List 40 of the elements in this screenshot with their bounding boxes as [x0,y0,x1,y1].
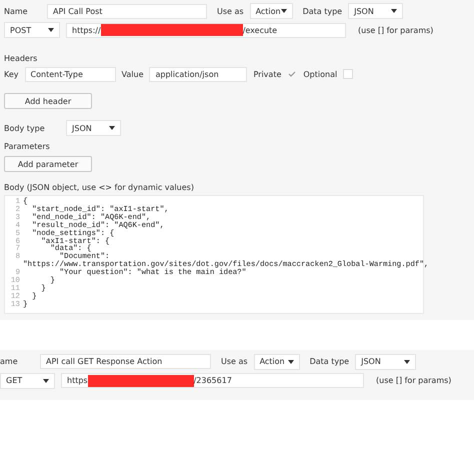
section-title: Parameters [4,142,51,151]
value-field[interactable]: application/json [149,66,248,82]
url-text: https [67,376,88,386]
caret-icon [404,360,410,364]
caret-icon [109,126,115,130]
name-field[interactable]: API call GET Response Action [40,354,211,370]
name-field[interactable]: API Call Post [47,4,207,18]
data-type-label: Data type [302,6,342,16]
url-text: https:// [72,26,101,34]
method-dropdown[interactable]: POST [4,22,60,38]
caret-icon [48,28,54,32]
key-label: Key [4,70,19,78]
private-checkbox[interactable] [287,69,298,79]
optional-label: Optional [303,70,338,78]
value-label: Value [122,70,144,78]
name-label: ame [0,357,19,366]
private-label: Private [253,70,282,78]
optional-checkbox[interactable] [343,69,354,79]
data-type-label: Data type [310,357,350,366]
body-type-dropdown[interactable]: JSON [66,120,121,136]
use-as-label: Use as [217,6,244,16]
caret-icon [391,9,398,13]
add-parameter-button[interactable]: Add parameter [4,156,92,172]
method-dropdown[interactable]: GET [0,372,55,389]
use-as-dropdown[interactable]: Action [254,354,300,370]
caret-icon [280,9,287,13]
url-hint: (use [] for params) [376,376,452,386]
caret-icon [43,378,49,383]
data-type-dropdown[interactable]: JSON [355,354,416,370]
data-type-dropdown[interactable]: JSON [348,3,404,19]
use-as-label: Use as [221,357,248,366]
section-title: Headers [4,54,38,63]
name-label: Name [4,6,29,16]
caret-icon [288,360,294,364]
key-field[interactable]: Content-Type [24,66,116,82]
body-label: Body (JSON object, use <> for dynamic values) [4,183,195,192]
add-header-button[interactable]: Add header [4,93,92,109]
url-hint: (use [] for params) [358,26,434,34]
use-as-dropdown[interactable]: Action [250,3,293,19]
body-type-label: Body type [4,124,46,132]
